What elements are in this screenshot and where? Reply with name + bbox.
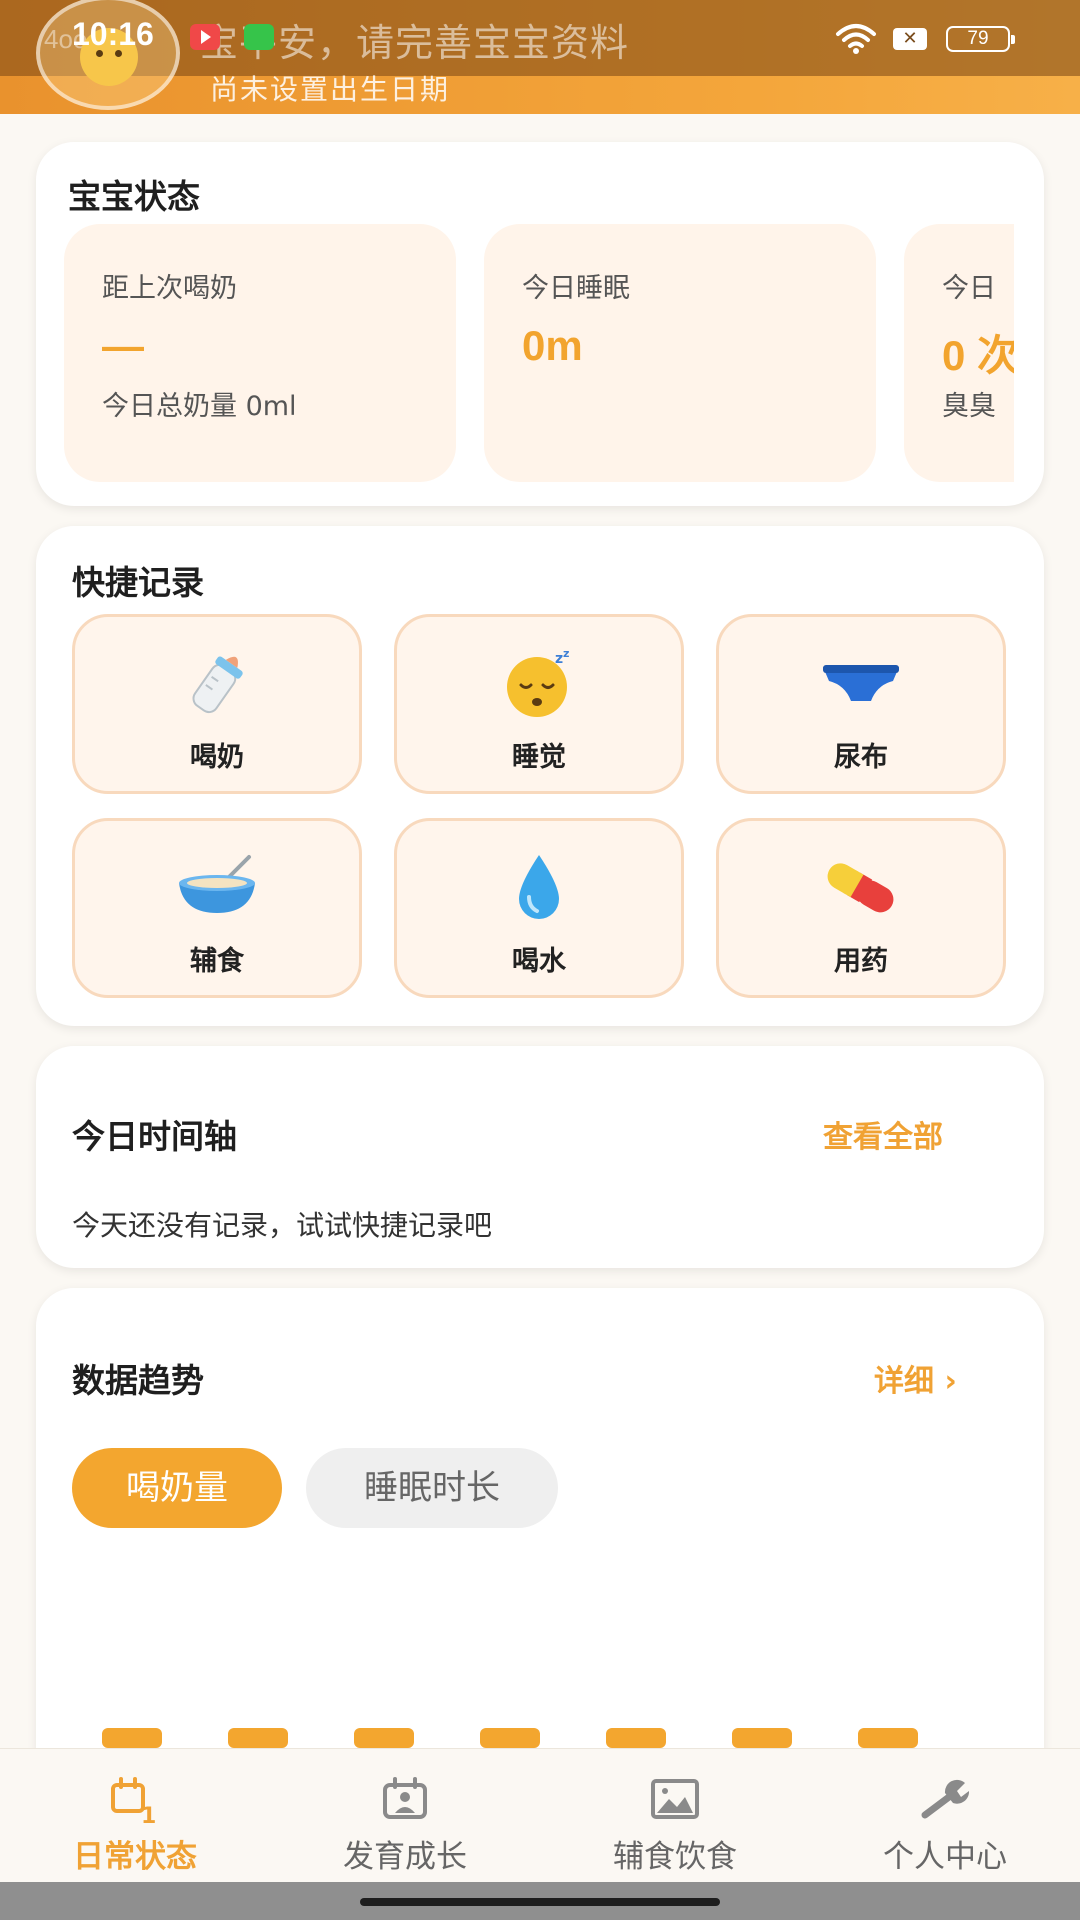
svg-text:z: z — [555, 651, 563, 667]
nav-growth[interactable]: 发育成长 — [270, 1749, 540, 1883]
quick-record-label: 睡觉 — [512, 742, 566, 773]
quick-record-label: 尿布 — [834, 742, 888, 773]
bottom-navigation: 1 日常状态 发育成长 辅食饮食 个人中心 — [0, 1748, 1080, 1882]
nav-label: 辅食饮食 — [613, 1839, 737, 1875]
nav-label: 日常状态 — [73, 1839, 197, 1875]
green-app-icon — [244, 24, 274, 50]
wifi-icon — [836, 24, 876, 54]
timeline-card: 今日时间轴 查看全部 今天还没有记录，试试快捷记录吧 — [36, 1046, 1044, 1268]
quick-record-water-button[interactable]: 喝水 — [394, 818, 684, 998]
trend-bar — [858, 1728, 918, 1748]
stat-value: 0m — [522, 322, 583, 369]
quick-record-label: 喝奶 — [190, 742, 244, 773]
quick-record-card: 快捷记录 喝奶 z z 睡觉 尿布 辅食 喝水 用药 — [36, 526, 1044, 1026]
stat-sub: 今日总奶量 0ml — [102, 391, 297, 422]
gesture-navigation-bar — [0, 1882, 1080, 1920]
status-scroll-row[interactable]: 距上次喝奶 — 今日总奶量 0ml 今日睡眠 0m 今日 0 次 臭臭 — [64, 224, 1014, 482]
status-time: 10:16 — [72, 16, 154, 52]
trend-detail-link[interactable]: 详细 › — [874, 1356, 957, 1400]
trend-bar — [606, 1728, 666, 1748]
trend-chart — [102, 1728, 918, 1748]
stat-label: 今日 — [942, 273, 996, 304]
stat-card-sleep[interactable]: 今日睡眠 0m — [484, 224, 876, 482]
quick-record-feeding-button[interactable]: 喝奶 — [72, 614, 362, 794]
water-drop-icon — [519, 855, 559, 919]
svg-text:z: z — [563, 647, 569, 660]
trend-bar — [480, 1728, 540, 1748]
stat-label: 距上次喝奶 — [102, 273, 237, 304]
timeline-empty-text: 今天还没有记录，试试快捷记录吧 — [72, 1209, 493, 1242]
quick-record-sleep-button[interactable]: z z 睡觉 — [394, 614, 684, 794]
view-all-link[interactable]: 查看全部 — [823, 1112, 943, 1156]
stat-card-feeding[interactable]: 距上次喝奶 — 今日总奶量 0ml — [64, 224, 456, 482]
birth-date-note[interactable]: 尚未设置出生日期 — [210, 68, 450, 108]
svg-text:1: 1 — [141, 1804, 156, 1825]
battery-indicator: 79 — [946, 26, 1015, 52]
timeline-title: 今日时间轴 — [72, 1117, 237, 1156]
calendar-icon: 1 — [111, 1777, 156, 1825]
wrench-icon — [921, 1779, 970, 1819]
home-indicator[interactable] — [360, 1898, 720, 1906]
trend-bar — [102, 1728, 162, 1748]
sim-x-icon: ✕ — [893, 28, 927, 50]
food-bowl-icon — [179, 855, 255, 913]
baby-bottle-icon — [192, 656, 243, 714]
trend-bar — [354, 1728, 414, 1748]
header-banner: 4oo 宝平安，请完善宝宝资料 尚未设置出生日期 10:16 ✕ 79 — [0, 0, 1080, 114]
sleeping-face-icon: z z — [507, 647, 569, 717]
quick-record-label: 喝水 — [512, 946, 566, 977]
quick-record-label: 用药 — [834, 946, 888, 977]
stat-value: — — [102, 322, 144, 369]
pill-icon — [827, 863, 894, 913]
stat-card-diaper[interactable]: 今日 0 次 臭臭 — [904, 224, 1014, 482]
stat-value: 0 次 — [942, 332, 1014, 379]
trend-bar — [732, 1728, 792, 1748]
nav-personal-center[interactable]: 个人中心 — [810, 1749, 1080, 1883]
baby-status-card: 宝宝状态 距上次喝奶 — 今日总奶量 0ml 今日睡眠 0m 今日 0 次 臭臭 — [36, 142, 1044, 506]
trend-bar — [228, 1728, 288, 1748]
quick-record-medicine-button[interactable]: 用药 — [716, 818, 1006, 998]
nav-label: 发育成长 — [343, 1839, 467, 1875]
quick-record-solids-button[interactable]: 辅食 — [72, 818, 362, 998]
quick-record-diaper-button[interactable]: 尿布 — [716, 614, 1006, 794]
baby-status-title: 宝宝状态 — [68, 177, 200, 216]
quick-record-label: 辅食 — [190, 946, 244, 977]
image-icon — [651, 1779, 699, 1819]
diaper-icon — [823, 665, 899, 701]
nav-label: 个人中心 — [883, 1839, 1007, 1875]
stat-label: 今日睡眠 — [522, 273, 630, 304]
tab-milk-volume[interactable]: 喝奶量 — [72, 1448, 282, 1528]
tab-sleep-duration[interactable]: 睡眠时长 — [306, 1448, 558, 1528]
stat-sub: 臭臭 — [942, 391, 996, 422]
video-app-icon — [190, 24, 220, 50]
nav-solid-food[interactable]: 辅食饮食 — [540, 1749, 810, 1883]
quick-record-title: 快捷记录 — [72, 563, 204, 602]
trend-title: 数据趋势 — [72, 1361, 204, 1400]
nav-daily-status[interactable]: 1 日常状态 — [0, 1749, 270, 1883]
growth-photo-icon — [383, 1777, 427, 1819]
